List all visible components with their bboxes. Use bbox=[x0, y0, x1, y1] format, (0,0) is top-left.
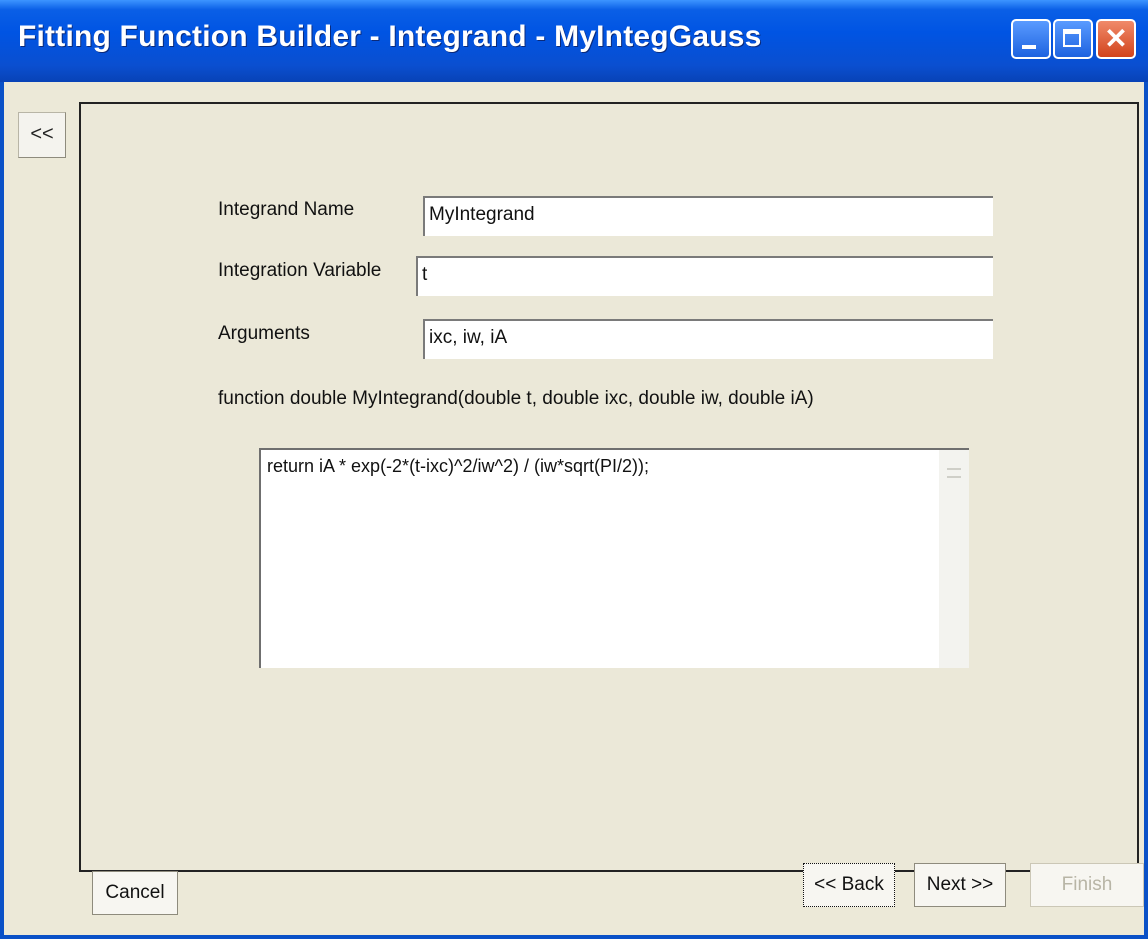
title-bar[interactable]: Fitting Function Builder - Integrand - M… bbox=[0, 0, 1148, 82]
window-title: Fitting Function Builder - Integrand - M… bbox=[18, 20, 762, 53]
dialog-client-area: << Integrand Name MyIntegrand Integratio… bbox=[4, 82, 1144, 935]
integrand-name-input[interactable]: MyIntegrand bbox=[423, 196, 993, 236]
close-icon[interactable]: ✕ bbox=[1096, 19, 1136, 59]
function-body-code: return iA * exp(-2*(t-ixc)^2/iw^2) / (iw… bbox=[267, 456, 649, 476]
back-button[interactable]: << Back bbox=[803, 863, 895, 907]
maximize-icon[interactable] bbox=[1053, 19, 1093, 59]
minimize-icon[interactable] bbox=[1011, 19, 1051, 59]
function-body-editor[interactable]: return iA * exp(-2*(t-ixc)^2/iw^2) / (iw… bbox=[259, 448, 969, 668]
integration-variable-input[interactable]: t bbox=[416, 256, 993, 296]
dialog-window: Fitting Function Builder - Integrand - M… bbox=[0, 0, 1148, 939]
editor-scrollbar[interactable] bbox=[939, 450, 969, 668]
arguments-input[interactable]: ixc, iw, iA bbox=[423, 319, 993, 359]
integrand-panel: Integrand Name MyIntegrand Integration V… bbox=[79, 102, 1139, 872]
integration-variable-label: Integration Variable bbox=[218, 260, 382, 281]
arguments-label: Arguments bbox=[218, 323, 310, 344]
integrand-name-label: Integrand Name bbox=[218, 199, 355, 220]
finish-button[interactable]: Finish bbox=[1030, 863, 1144, 907]
collapse-panel-button[interactable]: << bbox=[18, 112, 66, 158]
function-signature: function double MyIntegrand(double t, do… bbox=[218, 388, 814, 409]
cancel-button[interactable]: Cancel bbox=[92, 871, 178, 915]
next-button[interactable]: Next >> bbox=[914, 863, 1006, 907]
